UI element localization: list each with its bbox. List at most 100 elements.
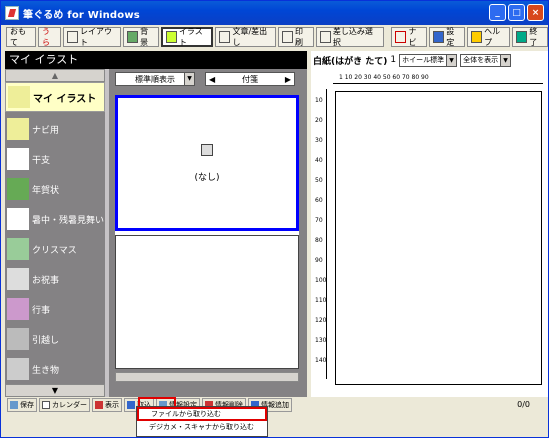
category-item-gyoji[interactable]: 行事: [5, 294, 105, 324]
ruler-tick-label: 130: [315, 337, 327, 344]
ruler-tick-label: 80: [315, 237, 323, 244]
thumbnail-pane: 標準順表示 ▼ ◀ 付箋 ▶ (なし): [109, 69, 307, 397]
thumbnail-list: (なし): [115, 95, 299, 369]
chevron-down-icon: ▼: [500, 54, 511, 66]
exit-button[interactable]: 終了: [512, 27, 548, 47]
thumbnail-scrollbar[interactable]: [115, 372, 299, 382]
page-number: 1: [390, 55, 397, 65]
show-button[interactable]: 表示: [92, 397, 122, 412]
background-icon: [126, 31, 139, 43]
menu-item-from-camera-scanner[interactable]: デジカメ・スキャナから取り込む: [137, 421, 267, 434]
ruler-tick-label: 10: [315, 97, 323, 104]
ruler-tick-label: 70: [315, 217, 323, 224]
app-icon: [5, 6, 19, 20]
category-item-ikimono[interactable]: 生き物: [5, 354, 105, 384]
category-scroll-up[interactable]: ▲: [5, 69, 105, 82]
ruler-tick-label: 30: [315, 137, 323, 144]
chevron-down-icon: ▼: [184, 73, 194, 85]
ruler-tick-label: 60: [315, 197, 323, 204]
paper-name: 白紙(はがき たて): [313, 56, 388, 67]
text-button[interactable]: 文章/差出し: [215, 27, 276, 47]
category-list: ▲ マイ イラスト ナビ用 干支 年賀状 暑中・残暑見舞い クリスマス お祝事 …: [5, 69, 105, 397]
ruler-tick-label: 100: [315, 277, 327, 284]
folder-icon: [8, 86, 30, 108]
text-icon: [219, 31, 231, 43]
zoom-select[interactable]: 全体を表示 ▼: [460, 53, 512, 67]
printer-icon: [281, 31, 294, 43]
gyoji-icon: [7, 298, 29, 320]
menu-item-from-file[interactable]: ファイルから取り込む: [137, 407, 267, 421]
category-item-my-illust[interactable]: マイ イラスト: [5, 82, 105, 112]
vertical-ruler: 10 20 30 40 50 60 70 80 90 100 110 120 130 140: [315, 89, 327, 379]
thumbnail-item[interactable]: [115, 235, 299, 369]
chevron-down-icon: ▼: [446, 54, 457, 66]
wheel-select[interactable]: ホイール標準 ▼: [399, 53, 458, 67]
horizontal-ruler: 1 10 20 30 40 50 60 70 80 90: [333, 74, 543, 84]
fusen-nav: ◀ 付箋 ▶: [205, 72, 295, 86]
calendar-button[interactable]: カレンダー: [39, 397, 90, 412]
navi-button[interactable]: ナビ: [391, 27, 428, 47]
preview-status: 0/0: [311, 397, 548, 412]
ruler-tick-label: 110: [315, 297, 327, 304]
category-item-christmas[interactable]: クリスマス: [5, 234, 105, 264]
maximize-button[interactable]: □: [508, 4, 525, 21]
oiwai-icon: [7, 268, 29, 290]
illust-icon: [165, 31, 177, 43]
folder-icon: [7, 118, 29, 140]
category-item-shochu[interactable]: 暑中・残暑見舞い: [5, 204, 105, 234]
no-image-icon: [201, 143, 213, 156]
category-item-navi[interactable]: ナビ用: [5, 114, 105, 144]
help-icon: [470, 31, 483, 43]
minimize-button[interactable]: _: [489, 4, 506, 21]
app-window: 筆ぐるめ for Windows _ □ × おもて うら レイアウト 背景 イ…: [0, 0, 549, 438]
window-title: 筆ぐるめ for Windows: [23, 9, 140, 21]
category-item-hikkoshi[interactable]: 引越し: [5, 324, 105, 354]
import-icon: [127, 400, 135, 409]
omote-button[interactable]: おもて: [6, 27, 36, 47]
help-button[interactable]: ヘルプ: [466, 27, 511, 47]
calendar-icon: [42, 400, 50, 409]
category-item-oiwai[interactable]: お祝事: [5, 264, 105, 294]
layout-button[interactable]: レイアウト: [62, 27, 121, 47]
exit-icon: [516, 31, 528, 43]
category-item-eto[interactable]: 干支: [5, 144, 105, 174]
preview-pane: 白紙(はがき たて) 1 ホイール標準 ▼ 全体を表示 ▼ 1 10 20 30 4…: [311, 51, 548, 397]
hikkoshi-icon: [7, 328, 29, 350]
illust-button[interactable]: イラスト: [160, 27, 214, 47]
print-button[interactable]: 印刷: [277, 27, 314, 47]
thumbnail-item-selected[interactable]: (なし): [115, 95, 299, 231]
page-count: 0/0: [517, 400, 530, 409]
layout-icon: [66, 31, 79, 43]
category-scroll-down[interactable]: ▼: [5, 384, 105, 397]
sort-select[interactable]: 標準順表示 ▼: [115, 72, 195, 86]
panel-title: マイ イラスト: [5, 51, 307, 69]
import-menu: ファイルから取り込む デジカメ・スキャナから取り込む: [136, 406, 268, 437]
next-button[interactable]: ▶: [282, 75, 294, 84]
christmas-icon: [7, 238, 29, 260]
background-button[interactable]: 背景: [122, 27, 159, 47]
save-icon: [10, 400, 18, 409]
settings-icon: [433, 31, 445, 43]
ura-button[interactable]: うら: [37, 27, 61, 47]
title-bar[interactable]: 筆ぐるめ for Windows _ □ ×: [1, 1, 548, 25]
settings-button[interactable]: 設定: [429, 27, 465, 47]
main-toolbar: おもて うら レイアウト 背景 イラスト 文章/差出し 印刷 差し込み選 択 ナ…: [3, 25, 548, 49]
eto-icon: [7, 148, 29, 170]
ruler-tick-label: 50: [315, 177, 323, 184]
shochu-icon: [7, 208, 29, 230]
close-button[interactable]: ×: [527, 4, 544, 21]
prev-button[interactable]: ◀: [206, 75, 218, 84]
save-button[interactable]: 保存: [7, 397, 37, 412]
category-item-nengajo[interactable]: 年賀状: [5, 174, 105, 204]
merge-icon: [319, 31, 331, 43]
ruler-tick-label: 140: [315, 357, 327, 364]
ruler-tick-label: 90: [315, 257, 323, 264]
nengajo-icon: [7, 178, 29, 200]
arrow-icon: [95, 400, 103, 409]
navi-icon: [395, 31, 407, 43]
ikimono-icon: [7, 358, 29, 380]
illust-panel: マイ イラスト ▲ マイ イラスト ナビ用 干支 年賀状 暑中・残暑見舞い クリ…: [5, 51, 307, 397]
paper-preview[interactable]: [335, 91, 542, 385]
ruler-tick-label: 40: [315, 157, 323, 164]
merge-button[interactable]: 差し込み選 択: [315, 27, 384, 47]
